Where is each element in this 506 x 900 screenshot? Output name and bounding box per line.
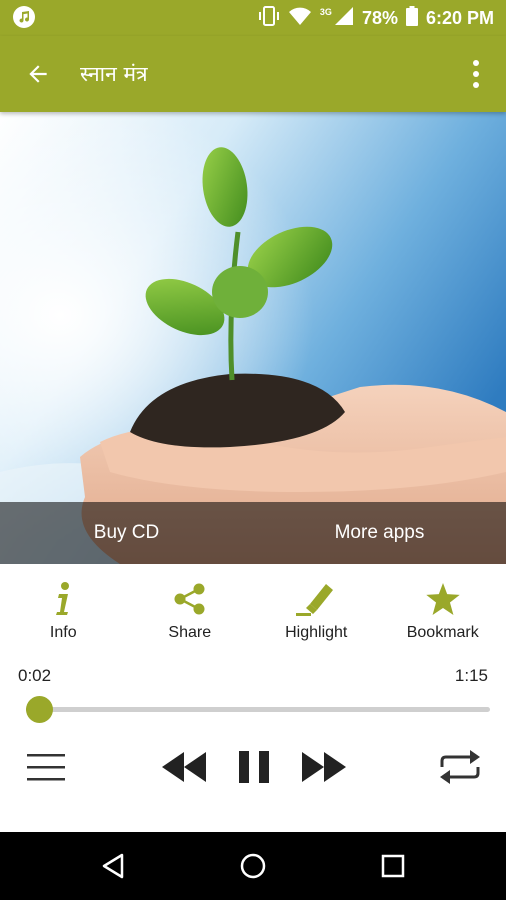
seek-thumb[interactable] — [25, 696, 53, 723]
total-time: 1:15 — [454, 666, 488, 685]
network-type: 3G — [319, 7, 332, 17]
seek-bar[interactable] — [25, 696, 490, 723]
wifi-icon — [288, 6, 312, 31]
hero-image: Buy CD More apps — [0, 112, 506, 564]
nav-recents-icon[interactable] — [373, 846, 413, 886]
highlight-label: Highlight — [285, 624, 348, 641]
bookmark-label: Bookmark — [406, 624, 479, 641]
highlighter-icon — [296, 580, 336, 618]
battery-percent: 78% — [361, 7, 398, 28]
buy-cd-button[interactable]: Buy CD — [0, 502, 253, 564]
clock: 6:20 PM — [425, 7, 494, 28]
hero-action-bar: Buy CD More apps — [0, 502, 506, 564]
seedling-in-hands-image — [0, 112, 506, 564]
repeat-icon[interactable] — [436, 740, 484, 794]
status-bar: 3G 78% 6:20 PM — [0, 0, 506, 36]
music-note-icon — [13, 6, 35, 28]
arrow-back-icon[interactable] — [18, 54, 58, 94]
share-label: Share — [168, 624, 212, 641]
vibrate-icon — [258, 5, 280, 31]
action-row: Info Share Highlight Bookmark — [0, 580, 506, 650]
pause-icon[interactable] — [236, 740, 272, 794]
fast-forward-icon[interactable] — [300, 740, 348, 794]
system-nav-bar — [0, 832, 506, 900]
current-time: 0:02 — [18, 666, 52, 685]
share-button[interactable]: Share — [127, 580, 254, 650]
app-bar: स्नान मंत्र — [0, 36, 506, 112]
bookmark-button[interactable]: Bookmark — [380, 580, 506, 650]
playback-controls — [0, 740, 506, 794]
more-apps-button[interactable]: More apps — [253, 502, 506, 564]
star-icon — [426, 580, 460, 618]
signal-icon — [334, 6, 354, 31]
nav-home-icon[interactable] — [233, 846, 273, 886]
menu-icon[interactable] — [26, 740, 66, 794]
share-icon — [173, 580, 207, 618]
more-vertical-icon[interactable] — [464, 54, 488, 94]
info-icon — [53, 580, 73, 618]
page-title: स्नान मंत्र — [80, 62, 148, 86]
highlight-button[interactable]: Highlight — [253, 580, 380, 650]
info-button[interactable]: Info — [0, 580, 127, 650]
rewind-icon[interactable] — [160, 740, 208, 794]
nav-back-icon[interactable] — [93, 846, 133, 886]
battery-icon — [405, 5, 418, 31]
info-label: Info — [49, 624, 77, 641]
